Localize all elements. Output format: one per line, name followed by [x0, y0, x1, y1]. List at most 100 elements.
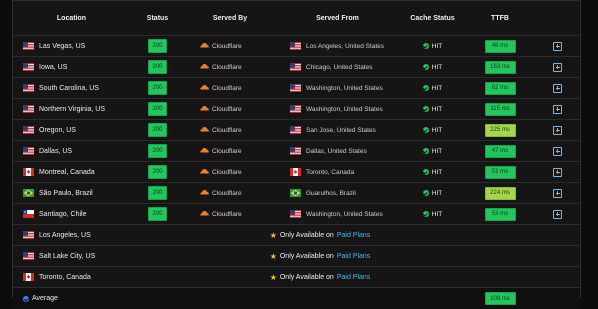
served-from-text: Toronto, Canada: [306, 168, 355, 176]
location-cell: Toronto, Canada: [13, 273, 130, 281]
us-flag-icon: [290, 147, 301, 155]
actions-cell: [535, 209, 580, 219]
cache-status-cell: HIT: [400, 127, 465, 134]
table-row: Oregon, US 200 Cloudflare San Jose, United …: [13, 119, 580, 140]
paid-plans-link[interactable]: Paid Plans: [337, 253, 370, 260]
check-circle-icon: [422, 127, 429, 133]
location-name: Toronto, Canada: [39, 273, 91, 281]
paid-plans-link[interactable]: Paid Plans: [337, 274, 370, 281]
location-cell: Las Vegas, US: [13, 42, 130, 50]
status-cell: 200: [130, 102, 185, 116]
expand-row-icon[interactable]: [553, 83, 562, 93]
paid-plans-link[interactable]: Paid Plans: [337, 232, 370, 239]
check-circle-icon: [422, 85, 429, 91]
ttfb-badge: 48 ms: [484, 39, 516, 53]
cache-status-cell: HIT: [400, 64, 465, 71]
average-ttfb-cell: 108 ms: [465, 292, 535, 305]
actions-cell: [535, 167, 580, 177]
location-name: Los Angeles, US: [39, 231, 91, 239]
status-badge: 200: [148, 165, 167, 179]
cloudflare-icon: [200, 168, 212, 176]
expand-row-icon[interactable]: [553, 62, 562, 72]
expand-row-icon[interactable]: [553, 41, 562, 51]
us-flag-icon: [23, 147, 34, 155]
cloudflare-icon: [200, 63, 212, 71]
expand-row-icon[interactable]: [553, 188, 562, 198]
status-badge: 200: [148, 207, 167, 221]
location-name: Dallas, US: [39, 147, 73, 155]
expand-row-icon[interactable]: [553, 146, 562, 156]
us-flag-icon: [23, 126, 34, 134]
location-name: São Paulo, Brazil: [39, 189, 93, 197]
status-cell: 200: [130, 144, 185, 158]
cache-status-cell: HIT: [400, 43, 465, 50]
average-label: Average: [32, 295, 58, 302]
cloudflare-icon: [200, 42, 212, 50]
cache-status-cell: HIT: [400, 148, 465, 155]
table-row: Montreal, Canada 200 Cloudflare Toronto, Ca…: [13, 161, 580, 182]
served-by-text: Cloudflare: [212, 168, 242, 176]
check-circle-icon: [422, 148, 429, 154]
served-by-text: Cloudflare: [212, 42, 242, 50]
table-row: Northern Virginia, US 200 Cloudflare Washin…: [13, 98, 580, 119]
cache-status-text: HIT: [431, 189, 443, 197]
table-body: Las Vegas, US 200 Cloudflare Los Angeles, U…: [13, 35, 580, 309]
served-from-cell: Washington, United States: [275, 210, 400, 218]
ttfb-badge: 53 ms: [484, 207, 516, 221]
expand-row-icon[interactable]: [553, 104, 562, 114]
check-circle-icon: [422, 106, 429, 112]
locked-row: Salt Lake City, US ★ Only Available on Paid…: [13, 245, 580, 266]
cache-status-cell: HIT: [400, 211, 465, 218]
served-by-text: Cloudflare: [212, 126, 242, 134]
ttfb-cell: 48 ms: [465, 39, 535, 53]
check-circle-icon: [422, 169, 429, 175]
status-badge: 200: [148, 102, 167, 116]
served-from-cell: San Jose, United States: [275, 126, 400, 134]
us-flag-icon: [23, 63, 34, 71]
actions-cell: [535, 62, 580, 72]
served-by-text: Cloudflare: [212, 210, 242, 218]
table-row: São Paulo, Brazil 200 Cloudflare Guarulhos,…: [13, 182, 580, 203]
expand-row-icon[interactable]: [553, 209, 562, 219]
served-by-text: Cloudflare: [212, 84, 242, 92]
average-label-cell: Average: [13, 295, 130, 302]
ttfb-badge: 51 ms: [484, 165, 516, 179]
location-name: Santiago, Chile: [39, 210, 87, 218]
upgrade-text: Only Available on: [279, 273, 334, 281]
status-cell: 200: [130, 186, 185, 200]
actions-cell: [535, 41, 580, 51]
ttfb-cell: 163 ms: [465, 60, 535, 74]
upgrade-notice: ★ Only Available on Paid Plans: [130, 231, 510, 240]
status-cell: 200: [130, 123, 185, 137]
cache-status-cell: HIT: [400, 106, 465, 113]
location-name: Oregon, US: [39, 126, 76, 134]
us-flag-icon: [23, 231, 34, 239]
location-cell: South Carolina, US: [13, 84, 130, 92]
expand-row-icon[interactable]: [553, 125, 562, 135]
us-flag-icon: [290, 105, 301, 113]
average-ttfb-badge: 108 ms: [484, 292, 516, 305]
ttfb-badge: 163 ms: [484, 60, 516, 74]
served-by-text: Cloudflare: [212, 63, 242, 71]
cache-status-text: HIT: [431, 105, 443, 113]
served-from-text: Washington, United States: [306, 210, 383, 218]
location-cell: Montreal, Canada: [13, 168, 130, 176]
table-row: Santiago, Chile 200 Cloudflare Washington, …: [13, 203, 580, 224]
cloudflare-icon: [200, 126, 212, 134]
expand-row-icon[interactable]: [553, 167, 562, 177]
location-name: Salt Lake City, US: [39, 252, 96, 260]
location-cell: Northern Virginia, US: [13, 105, 130, 113]
ttfb-cell: 115 ms: [465, 102, 535, 116]
served-by-cell: Cloudflare: [185, 147, 275, 155]
location-cell: Oregon, US: [13, 126, 130, 134]
ttfb-badge: 115 ms: [484, 102, 516, 116]
location-name: South Carolina, US: [39, 84, 99, 92]
table-row: Iowa, US 200 Cloudflare Chicago, United Sta…: [13, 56, 580, 77]
served-from-cell: Guarulhos, Brazil: [275, 189, 400, 197]
ttfb-badge: 224 ms: [484, 186, 516, 200]
location-cell: Santiago, Chile: [13, 210, 130, 218]
actions-cell: [535, 104, 580, 114]
cache-status-text: HIT: [431, 42, 443, 50]
location-cell: Dallas, US: [13, 147, 130, 155]
location-cell: Los Angeles, US: [13, 231, 130, 239]
